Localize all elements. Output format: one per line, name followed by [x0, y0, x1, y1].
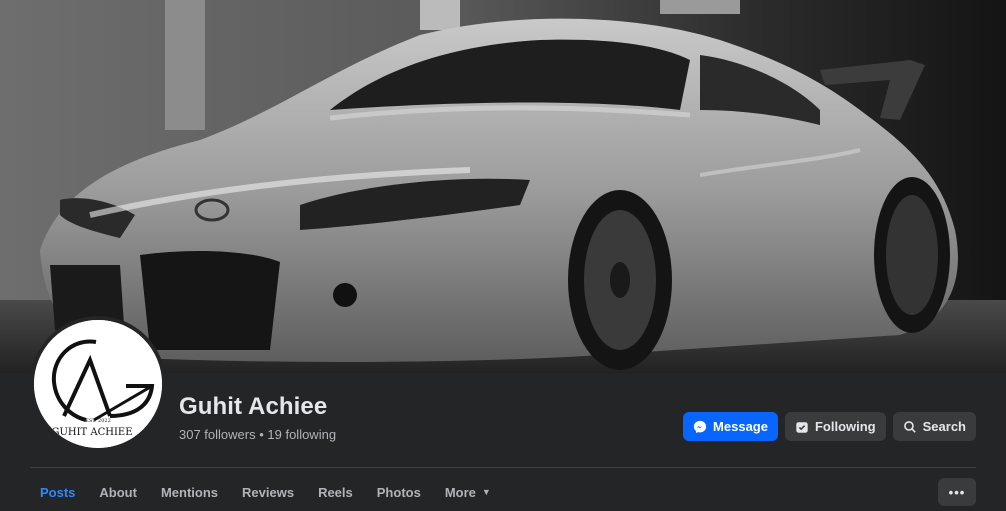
tab-posts-label: Posts	[40, 484, 76, 500]
more-options-button[interactable]: •••	[938, 478, 976, 506]
tab-mentions[interactable]: Mentions	[149, 476, 230, 508]
tab-posts[interactable]: Posts	[28, 476, 87, 508]
tab-reels[interactable]: Reels	[306, 476, 365, 508]
brand-logo: EST. 2022 GUHIT ACHIEE	[34, 320, 162, 448]
following-check-icon	[796, 421, 808, 433]
tab-photos[interactable]: Photos	[365, 476, 433, 508]
caret-down-icon: ▼	[481, 487, 491, 497]
tab-photos-label: Photos	[376, 484, 421, 500]
tab-about-label: About	[99, 484, 137, 500]
sports-car-drawing-image	[0, 0, 1006, 373]
profile-avatar[interactable]: EST. 2022 GUHIT ACHIEE	[30, 316, 166, 452]
following-button[interactable]: Following	[784, 412, 886, 441]
logo-brand-text: GUHIT ACHIEE	[51, 427, 132, 438]
stats-separator: •	[255, 427, 268, 442]
search-icon	[903, 420, 916, 433]
tab-about[interactable]: About	[87, 476, 149, 508]
tab-more[interactable]: More ▼	[433, 476, 503, 508]
follow-stats: 307 followers • 19 following	[179, 427, 336, 442]
profile-tabs: Posts About Mentions Reviews Reels Photo…	[28, 476, 503, 508]
tab-more-label: More	[444, 484, 476, 500]
followers-count[interactable]: 307 followers	[179, 427, 256, 442]
tab-reviews-label: Reviews	[242, 484, 295, 500]
tab-reels-label: Reels	[318, 484, 353, 500]
messenger-icon	[693, 420, 707, 433]
search-button[interactable]: Search	[892, 412, 976, 441]
search-button-label: Search	[922, 419, 966, 434]
profile-actions: Message Following Search	[683, 412, 976, 441]
ellipsis-icon: •••	[948, 484, 966, 500]
message-button-label: Message	[713, 419, 768, 434]
cover-photo[interactable]	[0, 0, 1006, 373]
header-divider	[30, 467, 976, 468]
message-button[interactable]: Message	[683, 412, 778, 441]
tab-reviews[interactable]: Reviews	[230, 476, 306, 508]
tab-mentions-label: Mentions	[160, 484, 219, 500]
logo-est-text: EST. 2022	[85, 418, 111, 424]
following-button-label: Following	[814, 419, 876, 434]
following-count[interactable]: 19 following	[267, 427, 336, 442]
page-title[interactable]: Guhit Achiee	[179, 393, 327, 421]
